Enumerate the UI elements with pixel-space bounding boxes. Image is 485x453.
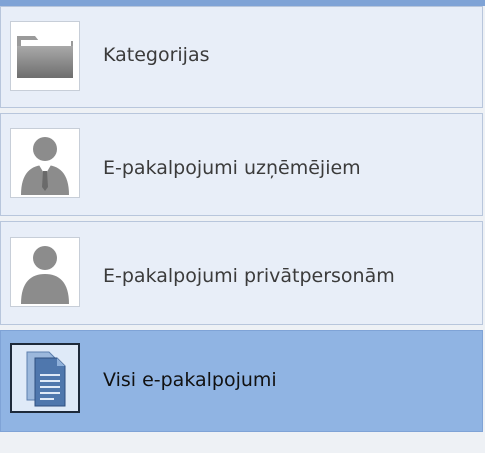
menu-item-label: E-pakalpojumi uzņēmējiem xyxy=(103,157,361,179)
service-category-menu: Kategorijas E-pakalpojumi uzņēmējiem E-p… xyxy=(0,6,485,453)
person-icon xyxy=(10,237,80,307)
menu-item-all-services[interactable]: Visi e-pakalpojumi xyxy=(0,330,483,432)
menu-item-label: Visi e-pakalpojumi xyxy=(103,369,277,391)
menu-item-business-services[interactable]: E-pakalpojumi uzņēmējiem xyxy=(0,113,483,216)
menu-item-label: Kategorijas xyxy=(103,44,210,66)
folder-icon xyxy=(10,21,80,91)
menu-item-private-services[interactable]: E-pakalpojumi privātpersonām xyxy=(0,221,483,325)
menu-item-kategorijas[interactable]: Kategorijas xyxy=(0,6,483,108)
documents-icon xyxy=(10,343,80,413)
menu-item-label: E-pakalpojumi privātpersonām xyxy=(103,265,395,287)
business-person-icon xyxy=(10,128,80,198)
